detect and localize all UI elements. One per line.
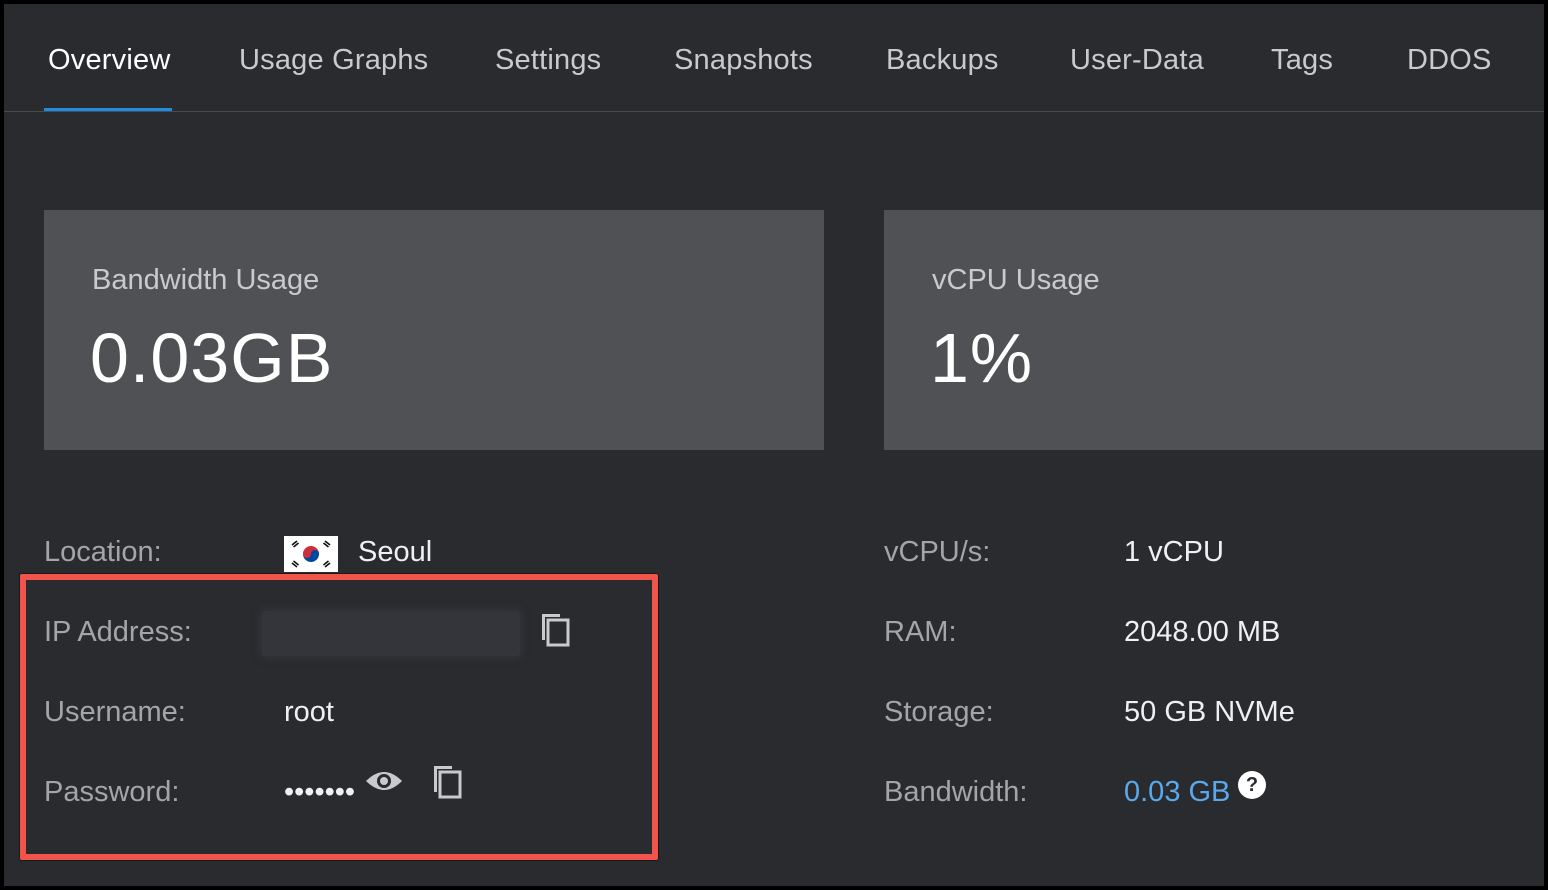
bandwidth-label: Bandwidth: (884, 776, 1028, 808)
password-label: Password: (44, 776, 180, 808)
bandwidth-value-link[interactable]: 0.03 GB (1124, 776, 1230, 809)
username-label: Username: (44, 696, 186, 728)
password-masked-value: ••••••• (284, 776, 356, 808)
show-password-eye-icon[interactable] (364, 766, 404, 801)
copy-password-icon[interactable] (430, 762, 464, 805)
active-tab-indicator (44, 108, 172, 111)
ram-value: 2048.00 MB (1124, 616, 1281, 648)
storage-value: 50 GB NVMe (1124, 696, 1295, 728)
tab-bar: Overview Usage Graphs Settings Snapshots… (4, 4, 1544, 112)
south-korea-flag-icon (284, 536, 338, 572)
tab-user-data[interactable]: User-Data (1070, 44, 1204, 84)
tab-settings[interactable]: Settings (495, 44, 601, 84)
bandwidth-usage-card: Bandwidth Usage 0.03GB (44, 210, 824, 450)
vcpu-usage-label: vCPU Usage (932, 264, 1100, 296)
location-label: Location: (44, 536, 162, 568)
instance-overview-panel: Overview Usage Graphs Settings Snapshots… (4, 4, 1544, 886)
ip-address-label: IP Address: (44, 616, 192, 648)
tab-usage-graphs[interactable]: Usage Graphs (239, 44, 428, 84)
tab-backups[interactable]: Backups (886, 44, 999, 84)
tab-ddos[interactable]: DDOS (1407, 44, 1492, 84)
storage-label: Storage: (884, 696, 994, 728)
vcpus-label: vCPU/s: (884, 536, 991, 568)
ram-label: RAM: (884, 616, 957, 648)
vcpu-usage-value: 1% (930, 319, 1034, 397)
bandwidth-usage-value: 0.03GB (90, 319, 334, 397)
tab-snapshots[interactable]: Snapshots (674, 44, 813, 84)
vcpu-usage-card: vCPU Usage 1% (884, 210, 1544, 450)
bandwidth-usage-label: Bandwidth Usage (92, 264, 320, 296)
username-value: root (284, 696, 334, 728)
tab-tags[interactable]: Tags (1271, 44, 1333, 84)
ip-address-redacted (262, 611, 520, 656)
bandwidth-help-icon[interactable]: ? (1238, 771, 1266, 799)
vcpus-value: 1 vCPU (1124, 536, 1224, 568)
copy-ip-icon[interactable] (538, 610, 572, 653)
tab-overview[interactable]: Overview (48, 44, 170, 84)
location-value: Seoul (358, 536, 433, 568)
